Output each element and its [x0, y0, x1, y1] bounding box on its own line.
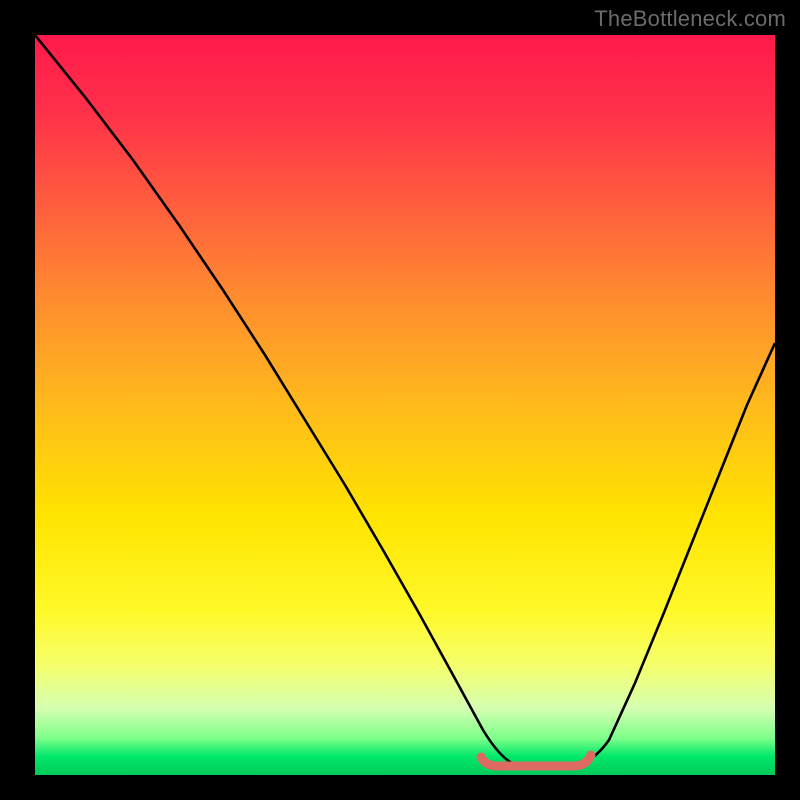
bottleneck-curve: [35, 35, 775, 767]
plot-area: [35, 35, 775, 775]
watermark-text: TheBottleneck.com: [594, 6, 786, 32]
curve-layer: [35, 35, 775, 775]
chart-frame: TheBottleneck.com: [0, 0, 800, 800]
optimal-zone-marker: [481, 755, 591, 766]
